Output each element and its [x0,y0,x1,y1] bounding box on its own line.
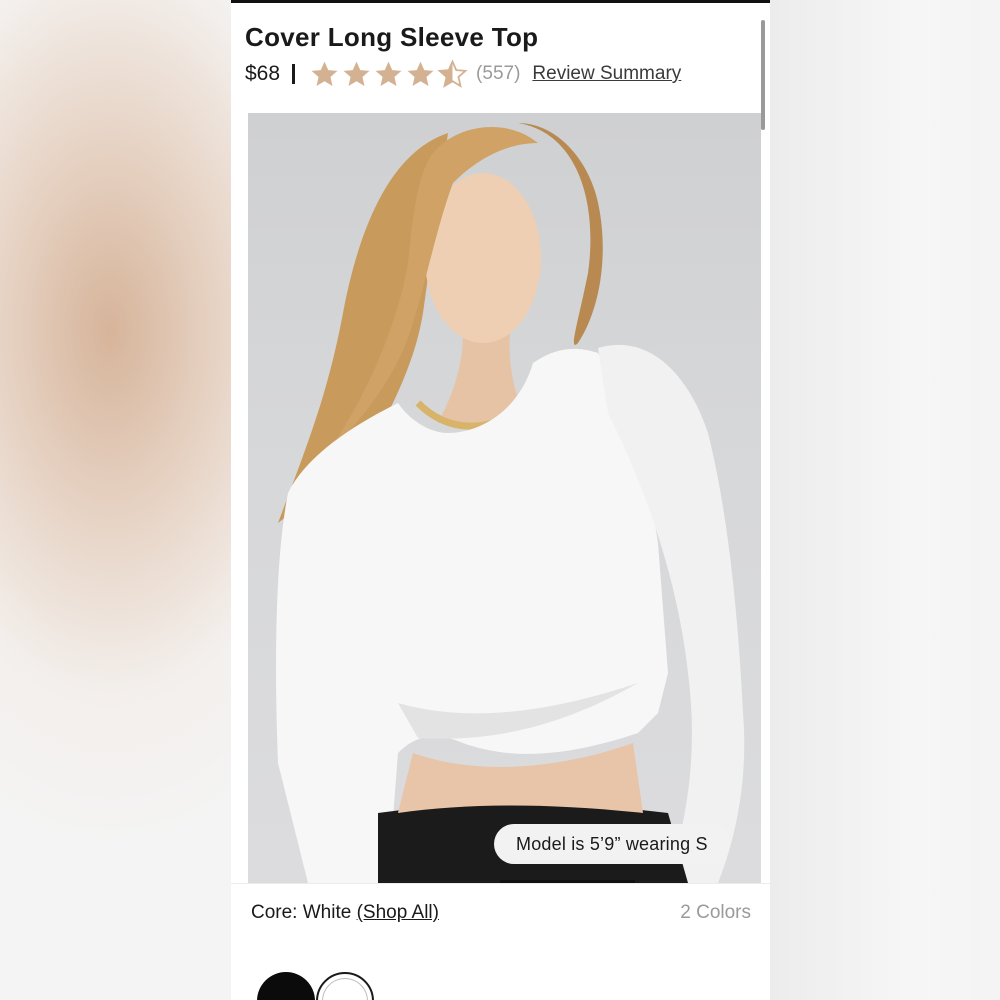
top-edge-bar [231,0,770,3]
selected-color-text: Core: White [251,902,352,923]
product-page: Cover Long Sleeve Top $68 (557) Review S… [231,0,770,1000]
product-title: Cover Long Sleeve Top [245,22,539,52]
star-icon [343,61,370,86]
color-label: Core: White (Shop All) [251,902,439,924]
model-photo [276,123,745,883]
price-divider [292,64,296,84]
rating-count: (557) [476,63,521,84]
swatch-white-selected[interactable] [316,972,374,1000]
colors-count: 2 Colors [680,902,751,923]
model-size-badge: Model is 5’9” wearing S [494,824,730,864]
review-summary-link[interactable]: Review Summary [532,63,681,85]
half-star-icon [437,58,468,88]
shop-all-link[interactable]: (Shop All) [357,902,439,923]
swatch-black[interactable] [257,972,315,1000]
color-panel: Core: White (Shop All) 2 Colors [231,883,770,1000]
star-icon [407,61,434,86]
product-image[interactable]: Model is 5’9” wearing S [248,113,761,883]
star-icon [375,61,402,86]
color-info-row: Core: White (Shop All) 2 Colors [251,902,751,924]
scrollbar[interactable] [761,20,765,130]
price-rating-row: $68 (557) Review Summary [245,58,681,90]
product-price: $68 [245,62,281,85]
rating-stars[interactable] [309,58,468,90]
background-blur-right [770,0,1000,1000]
star-icon [311,61,338,86]
